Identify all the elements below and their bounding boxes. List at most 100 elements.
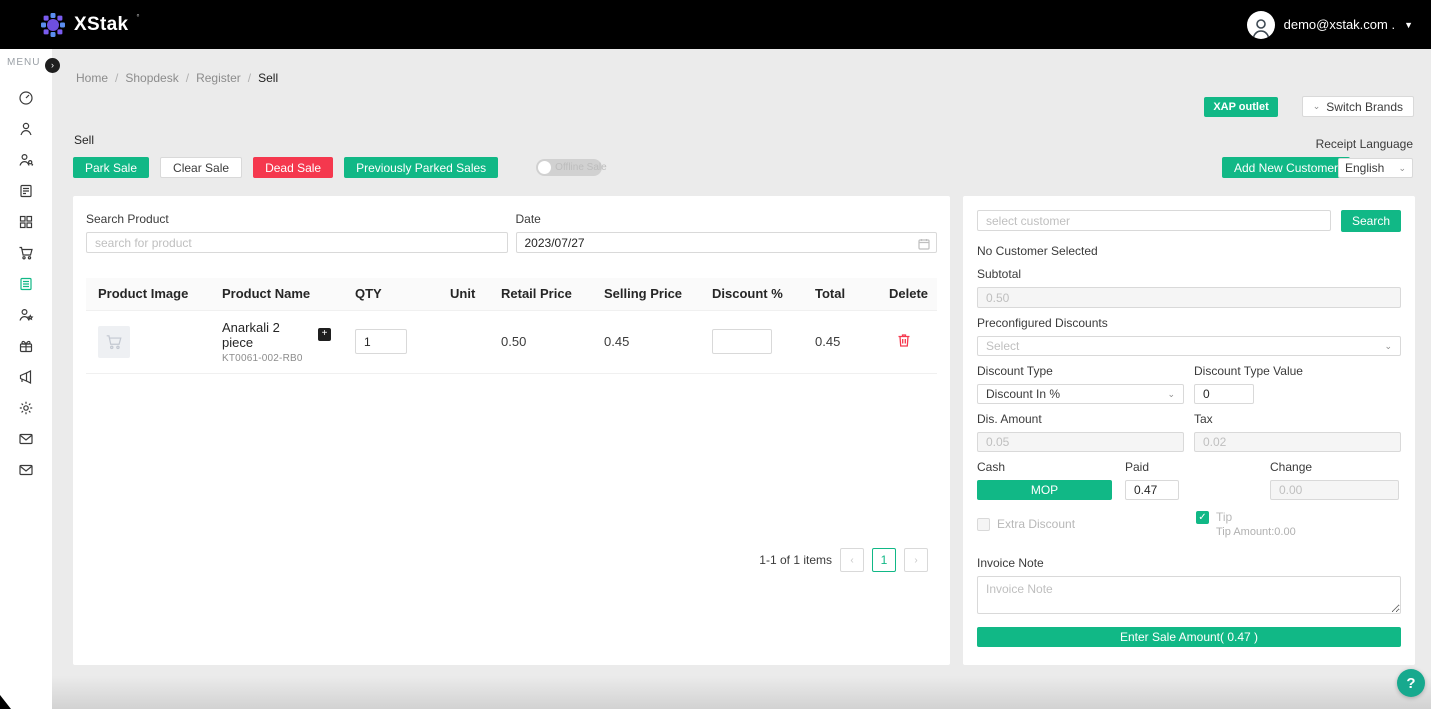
product-image-placeholder — [98, 326, 130, 358]
sidebar-item-messages[interactable] — [18, 431, 34, 447]
paid-input[interactable] — [1125, 480, 1179, 500]
qty-input[interactable] — [355, 329, 407, 354]
col-selling-price: Selling Price — [592, 278, 700, 310]
outlet-badge: XAP outlet — [1204, 97, 1277, 117]
sidebar-item-user-roles[interactable] — [18, 152, 34, 168]
pagination-page-1[interactable]: 1 — [872, 548, 896, 572]
sidebar-item-register[interactable] — [18, 183, 34, 199]
sidebar-item-sales[interactable] — [18, 245, 34, 261]
preconfigured-discounts-select[interactable]: Select ⌄ — [977, 336, 1401, 356]
change-label: Change — [1270, 460, 1401, 474]
user-menu[interactable]: demo@xstak.com . ▼ — [1247, 11, 1413, 39]
table-row: Anarkali 2 piece + KT0061-002-RB0 0.50 0… — [86, 310, 937, 373]
sidebar-item-apps[interactable] — [18, 214, 34, 230]
extra-discount-checkbox[interactable] — [977, 518, 990, 531]
receipt-language-label: Receipt Language — [1316, 137, 1413, 151]
total-value: 0.45 — [815, 334, 840, 349]
breadcrumb-separator: / — [115, 71, 118, 85]
megaphone-icon — [18, 369, 34, 385]
outlet-row: XAP outlet ⌄ Switch Brands — [1204, 96, 1414, 117]
selling-price-value: 0.45 — [604, 334, 629, 349]
loyalty-icon — [18, 307, 34, 323]
receipt-language-value: English — [1345, 161, 1384, 175]
sidebar-item-email[interactable] — [18, 462, 34, 478]
dead-sale-button[interactable]: Dead Sale — [253, 157, 333, 178]
offline-sale-label: Offline Sale — [555, 162, 607, 173]
customer-icon — [18, 121, 34, 137]
receipt-language-select[interactable]: English ⌄ — [1338, 158, 1413, 178]
gift-icon — [18, 338, 34, 354]
user-roles-icon — [18, 152, 34, 168]
mop-button[interactable]: MOP — [977, 480, 1112, 500]
product-sku: KT0061-002-RB0 — [222, 353, 331, 364]
sidebar-item-settings[interactable] — [18, 400, 34, 416]
delete-trash-icon[interactable] — [897, 336, 911, 351]
cash-label: Cash — [977, 460, 1125, 474]
extra-discount-label: Extra Discount — [997, 517, 1075, 531]
corner-wedge — [0, 695, 11, 709]
retail-price-value: 0.50 — [501, 334, 526, 349]
pagination-prev-button[interactable]: ‹ — [840, 548, 864, 572]
clear-sale-button[interactable]: Clear Sale — [160, 157, 242, 178]
dis-amount-label: Dis. Amount — [977, 412, 1184, 426]
search-product-label: Search Product — [86, 212, 508, 226]
search-product-input[interactable] — [86, 232, 508, 253]
person-icon — [1249, 15, 1273, 39]
add-new-customer-button[interactable]: Add New Customer — [1222, 157, 1350, 178]
tax-label: Tax — [1194, 412, 1401, 426]
tax-input — [1194, 432, 1401, 452]
offline-sale-toggle[interactable]: Offline Sale — [536, 159, 602, 176]
toggle-knob — [538, 161, 551, 174]
sidebar-item-gifts[interactable] — [18, 338, 34, 354]
discount-type-value: Discount In % — [986, 387, 1060, 401]
customer-search-button[interactable]: Search — [1341, 210, 1401, 232]
product-name: Anarkali 2 piece — [222, 320, 313, 350]
brand-logo[interactable]: XStak ° — [40, 12, 140, 38]
col-total: Total — [803, 278, 877, 310]
sidebar-collapse-button[interactable]: › — [45, 58, 60, 73]
search-product-field: Search Product — [86, 212, 508, 253]
customer-search-row: Search — [977, 210, 1401, 232]
subtotal-input — [977, 287, 1401, 308]
payment-row: Cash MOP Paid Change — [977, 460, 1401, 500]
breadcrumb-shopdesk[interactable]: Shopdesk — [125, 71, 178, 85]
breadcrumb-home[interactable]: Home — [76, 71, 108, 85]
bottom-gradient — [52, 676, 1431, 709]
switch-brands-button[interactable]: ⌄ Switch Brands — [1302, 96, 1414, 117]
cart-icon — [18, 245, 34, 261]
sidebar-item-loyalty[interactable] — [18, 307, 34, 323]
avatar — [1247, 11, 1275, 39]
breadcrumb-register[interactable]: Register — [196, 71, 241, 85]
date-input[interactable] — [516, 232, 938, 253]
col-product-image: Product Image — [86, 278, 210, 310]
change-input — [1270, 480, 1399, 500]
discount-input[interactable] — [712, 329, 772, 354]
gear-icon — [18, 400, 34, 416]
breadcrumb-current: Sell — [258, 71, 278, 85]
park-sale-button[interactable]: Park Sale — [73, 157, 149, 178]
calendar-icon[interactable] — [918, 237, 930, 249]
discount-type-label: Discount Type — [977, 364, 1184, 378]
tip-checkbox[interactable]: ✓ — [1196, 511, 1209, 524]
pagination-next-button[interactable]: › — [904, 548, 928, 572]
previously-parked-sales-button[interactable]: Previously Parked Sales — [344, 157, 498, 178]
col-retail-price: Retail Price — [489, 278, 592, 310]
invoice-note-textarea[interactable] — [977, 576, 1401, 614]
sidebar-item-promotions[interactable] — [18, 369, 34, 385]
select-customer-input[interactable] — [977, 210, 1331, 231]
subtotal-field: Subtotal — [977, 267, 1401, 308]
enter-sale-amount-button[interactable]: Enter Sale Amount( 0.47 ) — [977, 627, 1401, 647]
date-label: Date — [516, 212, 938, 226]
preconfigured-discounts-label: Preconfigured Discounts — [977, 316, 1401, 330]
col-discount: Discount % — [700, 278, 803, 310]
invoice-note-field: Invoice Note — [977, 556, 1401, 619]
sidebar-item-customers[interactable] — [18, 121, 34, 137]
help-button[interactable]: ? — [1397, 669, 1425, 697]
sidebar-item-shopdesk[interactable] — [18, 276, 34, 292]
discount-type-select[interactable]: Discount In % ⌄ — [977, 384, 1184, 404]
sidebar-item-dashboard[interactable] — [18, 90, 34, 106]
expand-plus-icon[interactable]: + — [318, 328, 331, 341]
amount-tax-row: Dis. Amount Tax — [977, 412, 1401, 452]
discount-type-value-input[interactable] — [1194, 384, 1254, 404]
col-unit: Unit — [438, 278, 489, 310]
